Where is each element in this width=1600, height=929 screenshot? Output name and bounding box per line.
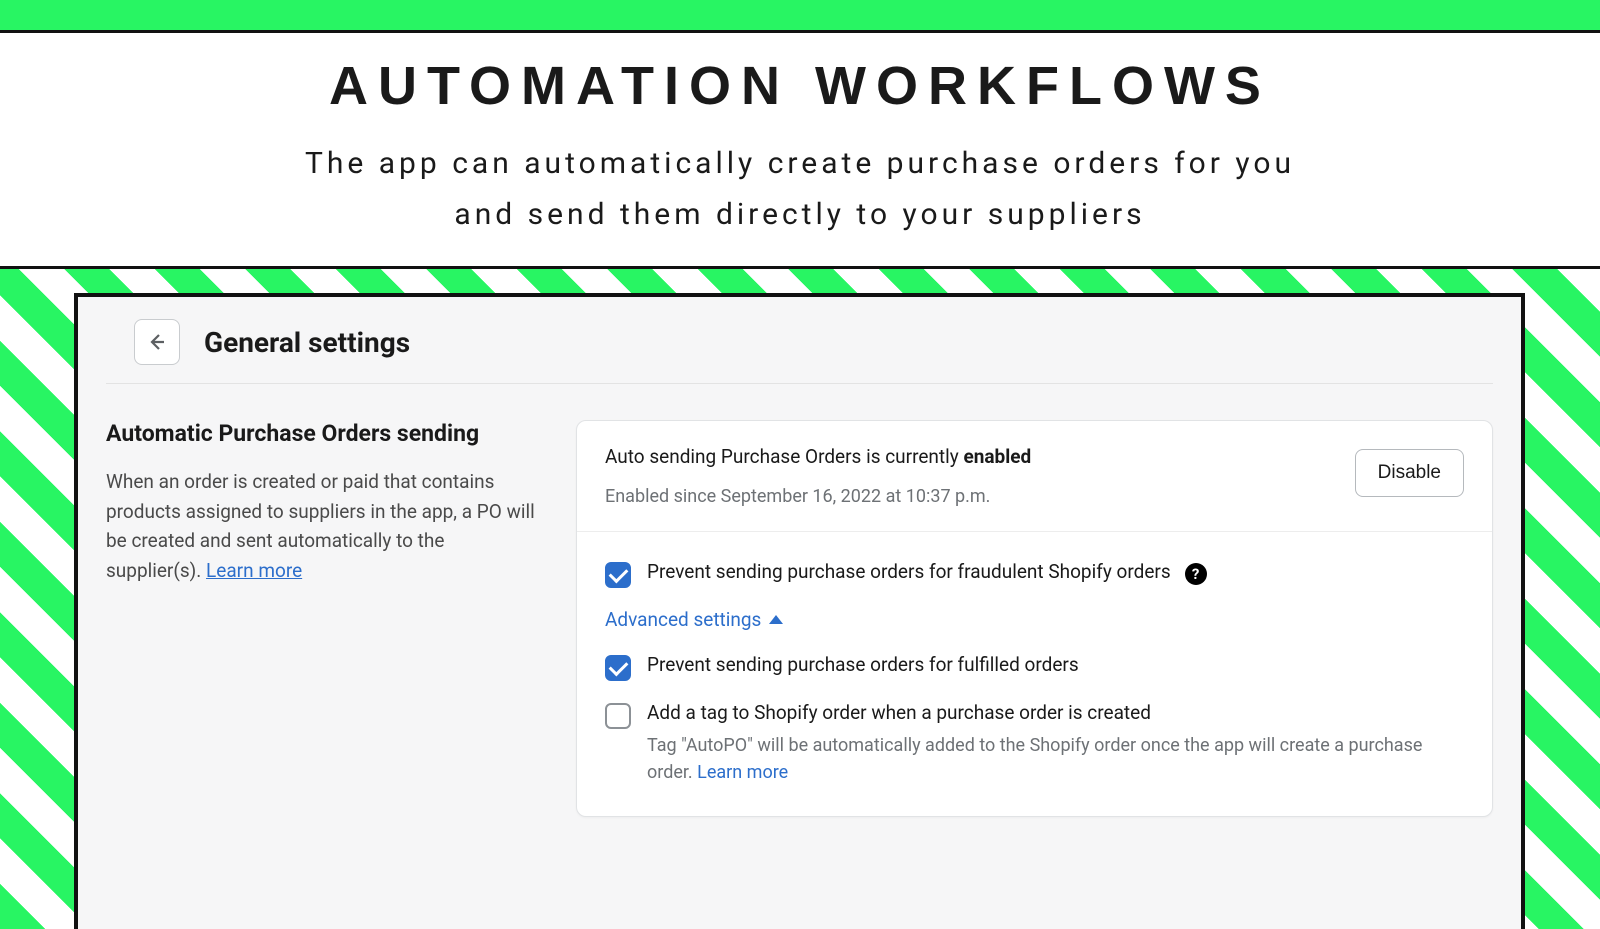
disable-button[interactable]: Disable: [1355, 449, 1464, 497]
striped-background: General settings Automatic Purchase Orde…: [0, 269, 1600, 929]
setting-tag-label: Add a tag to Shopify order when a purcha…: [647, 701, 1151, 724]
section-description-text: When an order is created or paid that co…: [106, 470, 535, 581]
advanced-settings-toggle[interactable]: Advanced settings: [605, 608, 1464, 631]
setting-fulfilled: Prevent sending purchase orders for fulf…: [605, 653, 1464, 681]
status-row: Auto sending Purchase Orders is currentl…: [577, 421, 1492, 532]
settings-body: Prevent sending purchase orders for frau…: [577, 532, 1492, 816]
checkbox-fulfilled[interactable]: [605, 655, 631, 681]
hero-banner: AUTOMATION WORKFLOWS The app can automat…: [0, 30, 1600, 269]
hero-subtitle: The app can automatically create purchas…: [40, 138, 1560, 240]
section-description: When an order is created or paid that co…: [106, 467, 536, 585]
status-enabled-since: Enabled since September 16, 2022 at 10:3…: [605, 486, 1031, 507]
hero-subtitle-line1: The app can automatically create purchas…: [305, 146, 1295, 181]
section-title: Automatic Purchase Orders sending: [106, 420, 536, 447]
setting-fraud: Prevent sending purchase orders for frau…: [605, 560, 1464, 588]
settings-card: Auto sending Purchase Orders is currentl…: [576, 420, 1493, 817]
help-icon[interactable]: ?: [1185, 563, 1207, 585]
setting-fulfilled-label: Prevent sending purchase orders for fulf…: [647, 653, 1079, 676]
caret-up-icon: [769, 615, 783, 624]
back-button[interactable]: [134, 319, 180, 365]
advanced-settings-label: Advanced settings: [605, 608, 761, 631]
checkbox-fraud[interactable]: [605, 562, 631, 588]
settings-panel: Auto sending Purchase Orders is currentl…: [576, 420, 1493, 817]
checkbox-tag[interactable]: [605, 703, 631, 729]
status-state: enabled: [963, 445, 1031, 468]
learn-more-link[interactable]: Learn more: [206, 559, 302, 582]
hero-title: AUTOMATION WORKFLOWS: [40, 57, 1560, 116]
top-stripe: [0, 0, 1600, 30]
setting-tag-description: Tag "AutoPO" will be automatically added…: [647, 732, 1464, 786]
hero-subtitle-line2: and send them directly to your suppliers: [454, 197, 1145, 232]
app-window: General settings Automatic Purchase Orde…: [74, 293, 1525, 929]
arrow-left-icon: [147, 332, 167, 352]
app-header: General settings: [106, 297, 1493, 384]
tag-learn-more-link[interactable]: Learn more: [697, 762, 788, 783]
status-line: Auto sending Purchase Orders is currentl…: [605, 445, 1031, 468]
page-title: General settings: [204, 326, 410, 359]
setting-fraud-label: Prevent sending purchase orders for frau…: [647, 560, 1171, 583]
section-info: Automatic Purchase Orders sending When a…: [106, 420, 536, 817]
status-prefix: Auto sending Purchase Orders is currentl…: [605, 445, 963, 468]
setting-tag: Add a tag to Shopify order when a purcha…: [605, 701, 1464, 786]
app-body: Automatic Purchase Orders sending When a…: [78, 384, 1521, 817]
